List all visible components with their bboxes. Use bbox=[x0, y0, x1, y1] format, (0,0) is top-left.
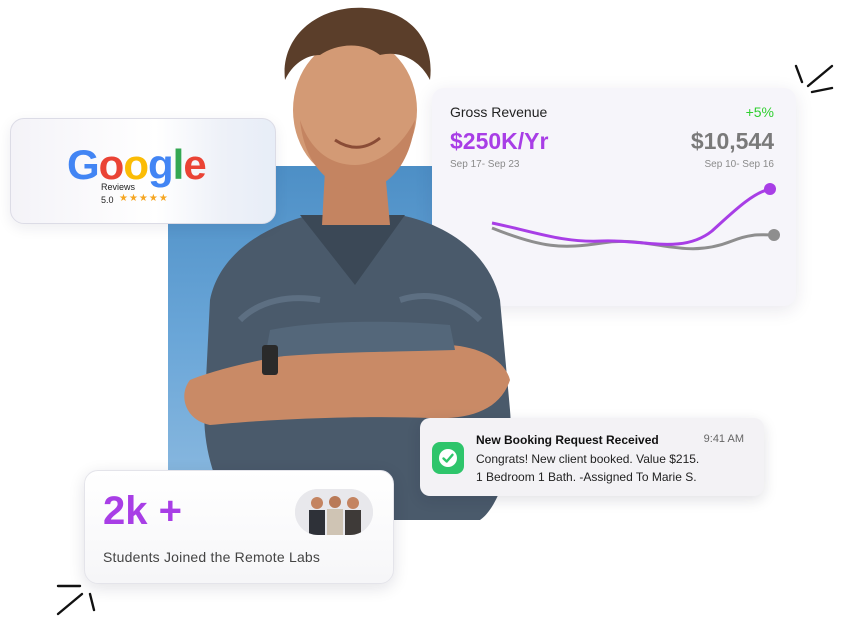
google-rating: 5.0 bbox=[101, 195, 114, 205]
google-logo: Google bbox=[67, 141, 207, 188]
revenue-side-value: $10,544 bbox=[690, 128, 774, 154]
booking-time: 9:41 AM bbox=[703, 433, 744, 445]
star-rating-icon: ★★★★★ bbox=[119, 193, 169, 204]
series-current-point bbox=[764, 183, 776, 195]
booking-notification[interactable]: New Booking Request Received 9:41 AM Con… bbox=[420, 418, 764, 496]
check-icon bbox=[432, 442, 464, 474]
revenue-change: +5% bbox=[745, 104, 774, 120]
revenue-date-right: Sep 10- Sep 16 bbox=[704, 159, 775, 170]
students-label: Students Joined the Remote Labs bbox=[103, 549, 321, 565]
sparkle-icon bbox=[794, 64, 834, 94]
sparkle-icon bbox=[56, 584, 96, 616]
google-reviews-card: Google Reviews 5.0 ★★★★★ bbox=[10, 118, 276, 224]
google-reviews-label: Reviews bbox=[101, 182, 136, 192]
students-card: 2k + Students Joined the Remote Labs bbox=[84, 470, 394, 584]
series-previous-point bbox=[768, 229, 780, 241]
booking-message-line1: Congrats! New client booked. Value $215. bbox=[476, 452, 700, 466]
booking-message-line2: 1 Bedroom 1 Bath. -Assigned To Marie S. bbox=[476, 470, 697, 484]
students-group-photo bbox=[295, 489, 373, 535]
students-count: 2k + bbox=[103, 489, 182, 533]
booking-title: New Booking Request Received bbox=[476, 433, 659, 447]
